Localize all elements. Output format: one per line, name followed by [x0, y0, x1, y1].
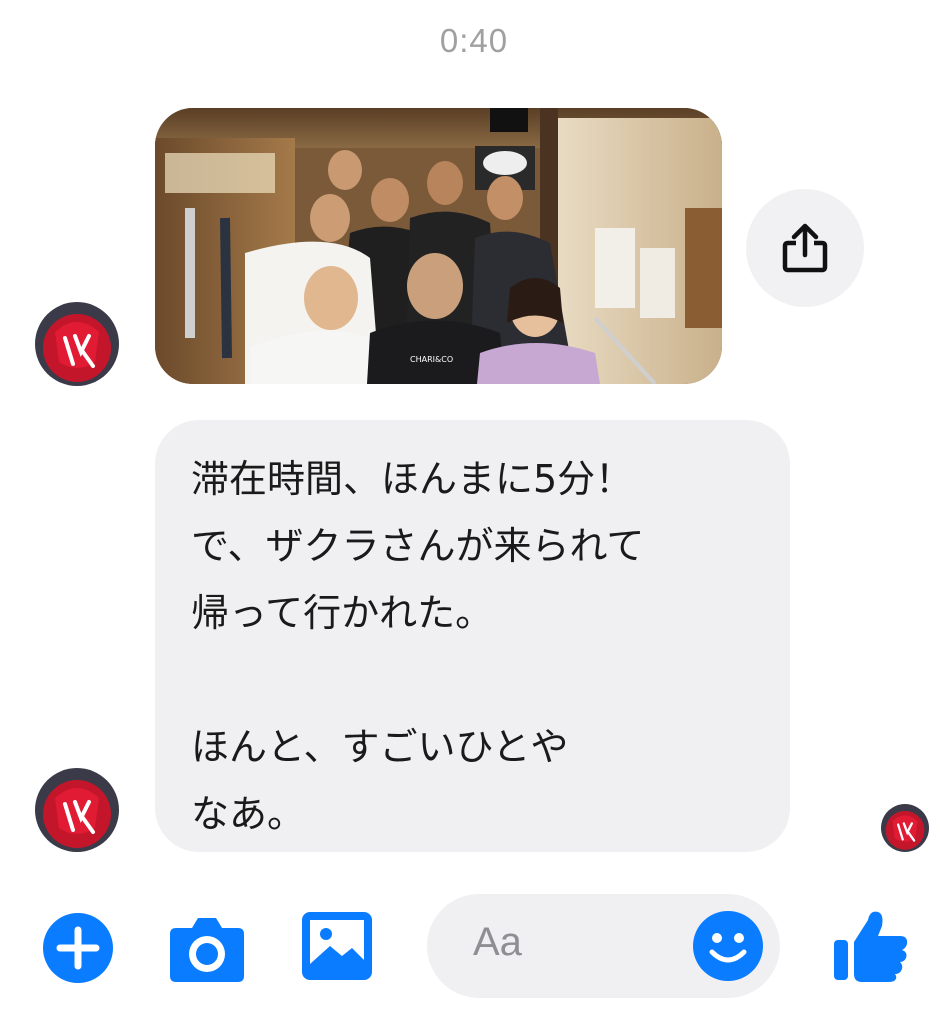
message-line: 帰って行かれた。: [191, 591, 494, 635]
conversation-screen: 0:40 CHARI&CO 滞在時間、ほんまに5分！ で、ザクラさんが来られて …: [0, 0, 948, 1024]
group-photo-image: CHARI&CO: [155, 108, 722, 384]
share-button[interactable]: [746, 189, 864, 307]
message-line: ほんと、すごいひとや: [191, 725, 569, 769]
gallery-button[interactable]: [300, 910, 374, 984]
message-line: なあ。: [191, 792, 306, 836]
avatar-image: [35, 302, 119, 386]
avatar-image: [35, 768, 119, 852]
thumbs-up-icon: [834, 911, 908, 982]
sender-avatar[interactable]: [35, 768, 119, 852]
share-icon: [782, 223, 828, 273]
like-button[interactable]: [832, 906, 910, 984]
read-receipt-avatar: [881, 804, 929, 852]
photo-message[interactable]: CHARI&CO: [155, 108, 722, 384]
message-timestamp: 0:40: [439, 22, 509, 59]
more-actions-button[interactable]: [42, 912, 114, 984]
message-line-break: [191, 647, 760, 714]
shirt-text: CHARI&CO: [410, 355, 453, 364]
message-line: で、ザクラさんが来られて: [191, 524, 645, 568]
camera-icon: [170, 918, 244, 982]
camera-button[interactable]: [168, 912, 246, 984]
sender-avatar[interactable]: [35, 302, 119, 386]
message-input-placeholder: Aa: [473, 920, 522, 964]
image-icon: [302, 912, 372, 980]
text-message-bubble[interactable]: 滞在時間、ほんまに5分！ で、ザクラさんが来られて 帰って行かれた。 ほんと、す…: [155, 420, 790, 852]
message-input[interactable]: Aa: [427, 894, 780, 998]
emoji-button[interactable]: [692, 910, 764, 982]
plus-icon: [43, 913, 113, 983]
message-line: 滞在時間、ほんまに5分！: [191, 457, 634, 501]
avatar-image: [881, 804, 929, 852]
smiley-icon: [693, 911, 763, 981]
composer-bar: Aa: [0, 880, 948, 1024]
